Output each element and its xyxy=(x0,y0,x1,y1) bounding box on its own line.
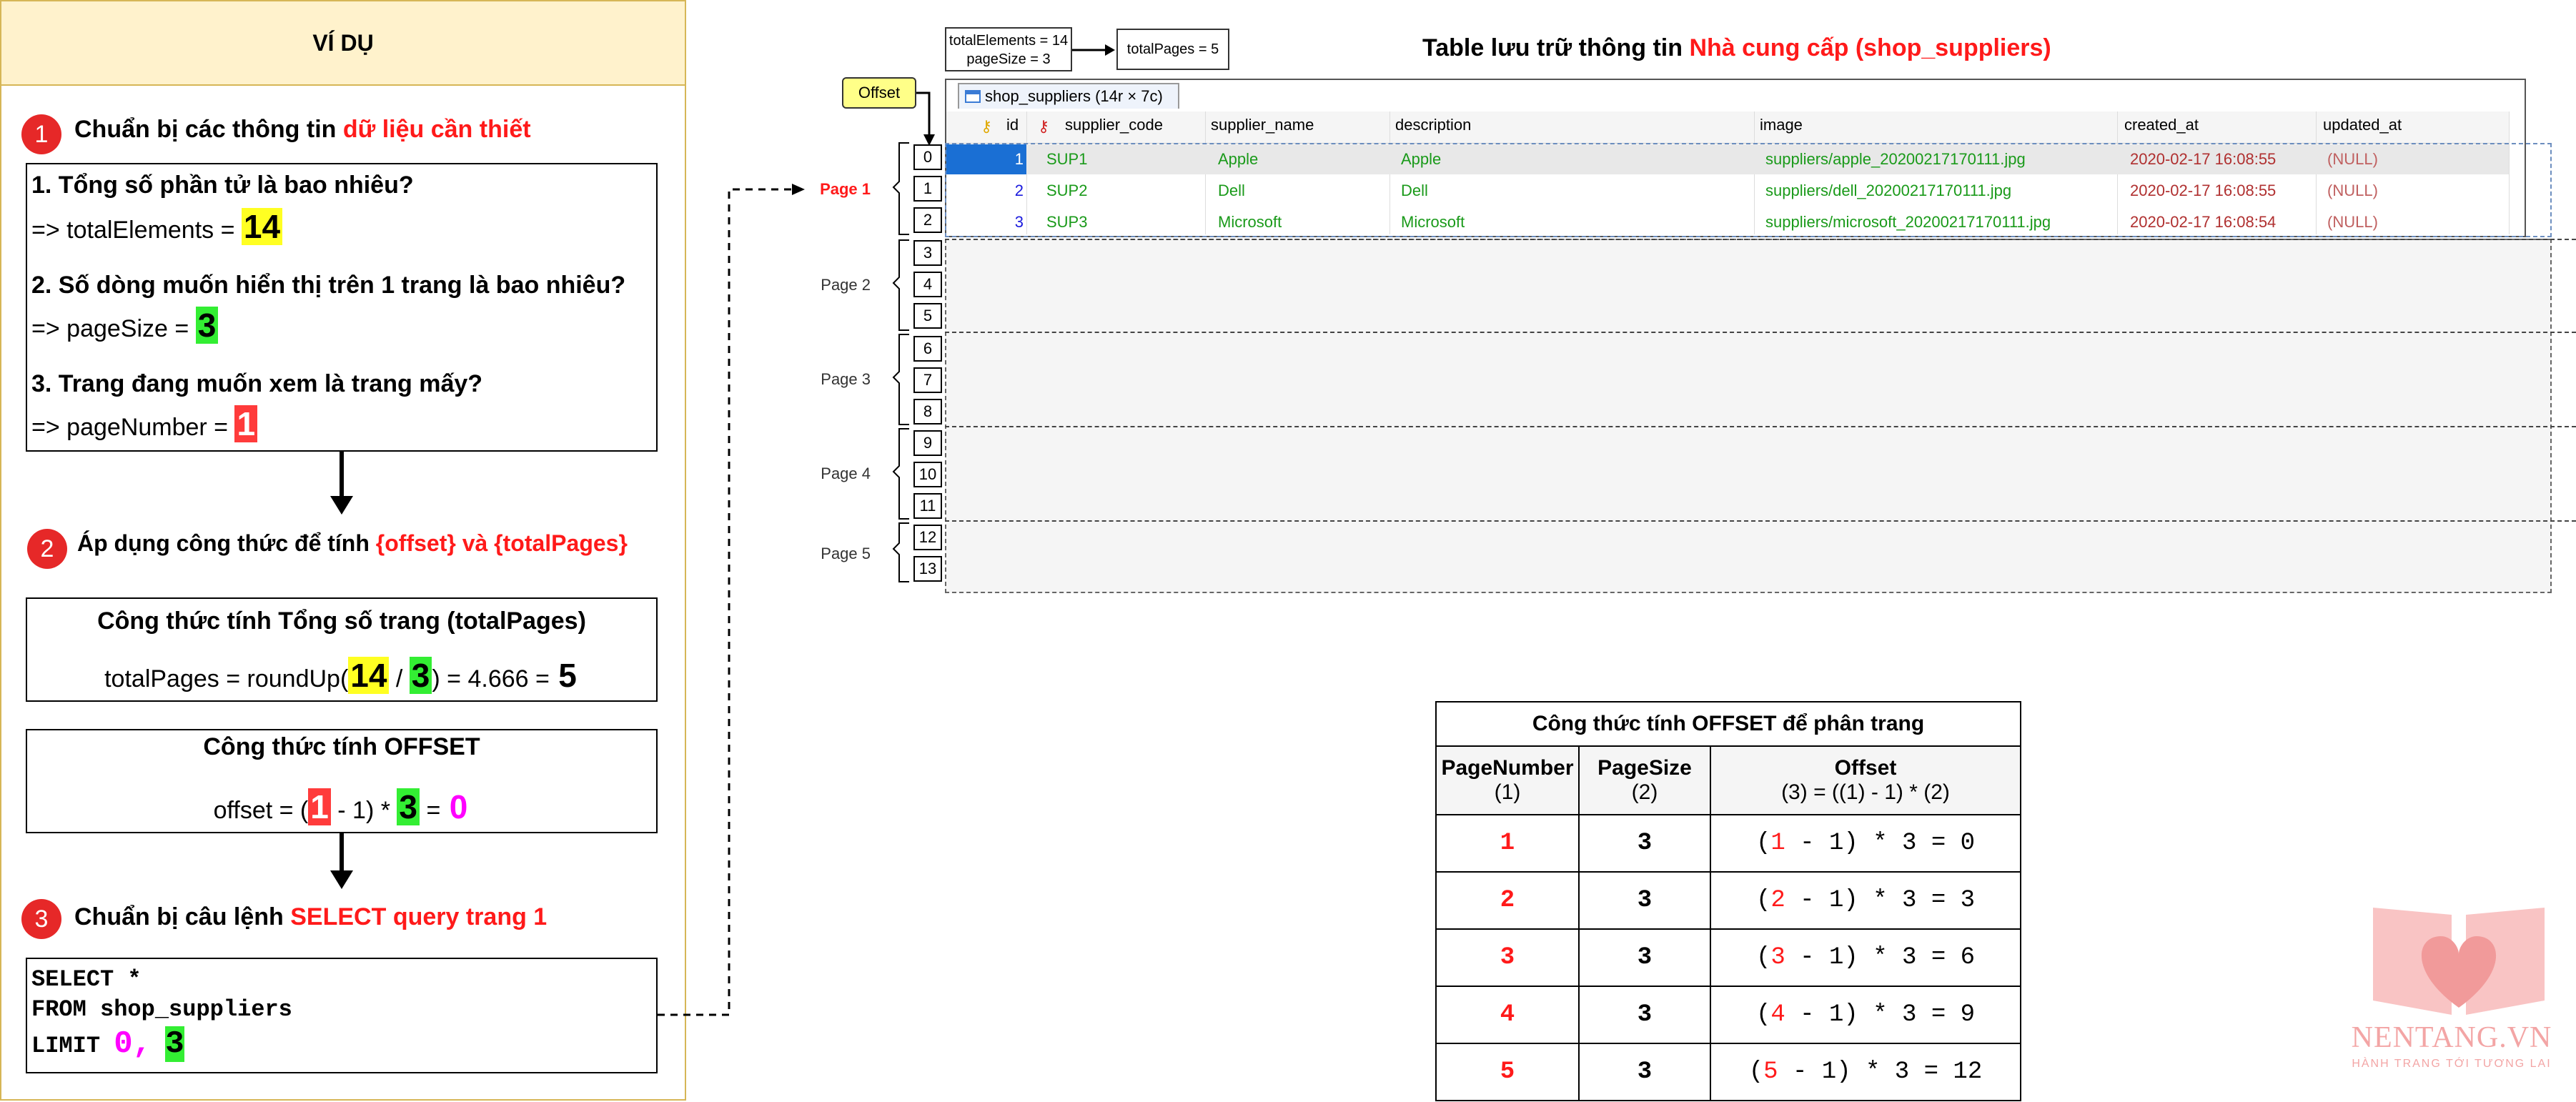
col-updated-at: updated_at xyxy=(2323,116,2402,134)
table-row: 4 3 (4 - 1) * 3 = 9 xyxy=(1435,986,2021,1044)
col-supplier-name: supplier_name xyxy=(1211,116,1314,134)
page-divider xyxy=(945,520,2576,522)
col-supplier-code: supplier_code xyxy=(1065,116,1163,134)
logo-tagline: HÀNH TRANG TỚI TƯƠNG LAI xyxy=(2352,1058,2552,1070)
total-pages-formula-title: Công thức tính Tổng số trang (totalPages… xyxy=(97,607,586,635)
db-tab[interactable]: shop_suppliers (14r × 7c) xyxy=(958,83,1179,109)
row-number: 4 xyxy=(913,272,942,297)
row-number: 0 xyxy=(913,144,942,170)
question-2: 2. Số dòng muốn hiển thị trên 1 trang là… xyxy=(31,272,626,299)
page-divider xyxy=(945,332,2576,333)
step-1-badge: 1 xyxy=(21,114,61,154)
row-number: 7 xyxy=(913,367,942,393)
header-title: VÍ DỤ xyxy=(312,29,374,56)
page-divider xyxy=(945,426,2576,427)
logo-name: NENTANG.VN xyxy=(2351,1021,2552,1054)
questions-box: 1. Tổng số phần tử là bao nhiêu? => tota… xyxy=(26,163,658,452)
row-number: 11 xyxy=(913,493,942,519)
page-brackets xyxy=(892,142,909,582)
answer-1: => totalElements = 14 xyxy=(31,207,283,246)
step-2-title: Áp dụng công thức để tính {offset} và {t… xyxy=(77,530,628,556)
col-description: description xyxy=(1395,116,1472,134)
book-heart-logo xyxy=(2373,908,2545,1015)
offset-formula-title: Công thức tính OFFSET xyxy=(203,733,480,760)
table-row: 5 3 (5 - 1) * 3 = 12 xyxy=(1435,1043,2021,1101)
row-number: 13 xyxy=(913,556,942,582)
db-grid-header xyxy=(946,111,2509,144)
table-row: 1 3 (1 - 1) * 3 = 0 xyxy=(1435,814,2021,873)
step-3-badge: 3 xyxy=(21,899,61,939)
step-3-title: Chuẩn bị câu lệnh SELECT query trang 1 xyxy=(74,903,548,930)
step-2-badge: 2 xyxy=(27,529,67,569)
table-row: 2 3 (2 - 1) * 3 = 3 xyxy=(1435,871,2021,930)
row-number: 2 xyxy=(913,207,942,233)
offset-formula: offset = (1 - 1) * 3 = 0 xyxy=(213,788,468,825)
table-icon xyxy=(965,90,981,103)
down-arrow-icon xyxy=(330,833,353,889)
right-arrow-icon xyxy=(1072,44,1115,56)
sql-query-box: SELECT * FROM shop_suppliers LIMIT 0, 3 xyxy=(26,958,658,1073)
sql-line-3: LIMIT 0, 3 xyxy=(31,1026,184,1062)
page-label-3: Page 3 xyxy=(821,370,871,388)
page-label-1: Page 1 xyxy=(820,180,871,198)
answer-2: => pageSize = 3 xyxy=(31,306,219,344)
sql-line-1: SELECT * xyxy=(31,966,142,993)
step-1-title: Chuẩn bị các thông tin dữ liệu cần thiết xyxy=(74,116,531,143)
page-label-4: Page 4 xyxy=(821,465,871,482)
foreign-key-icon: ⚷ xyxy=(1038,117,1050,135)
offset-label: Offset xyxy=(842,77,916,109)
offset-formula-box: Công thức tính OFFSET offset = (1 - 1) *… xyxy=(26,729,658,833)
info-box: totalElements = 14 pageSize = 3 xyxy=(945,27,1072,71)
left-panel-header: VÍ DỤ xyxy=(0,0,686,86)
question-3: 3. Trang đang muốn xem là trang mấy? xyxy=(31,370,483,397)
row-number: 9 xyxy=(913,430,942,456)
offset-table-header-page: PageNumber (1) xyxy=(1435,745,1580,815)
row-number: 5 xyxy=(913,303,942,329)
offset-arrow-icon xyxy=(916,91,935,146)
row-number: 10 xyxy=(913,462,942,487)
row-number: 6 xyxy=(913,336,942,362)
total-pages-box: totalPages = 5 xyxy=(1116,29,1229,70)
page-label-5: Page 5 xyxy=(821,545,871,562)
offset-table-title: Công thức tính OFFSET để phân trang xyxy=(1435,701,2021,747)
key-icon: ⚷ xyxy=(981,117,993,135)
pages-area xyxy=(945,239,2552,593)
table-row: 3 3 (3 - 1) * 3 = 6 xyxy=(1435,928,2021,987)
total-pages-formula: totalPages = roundUp(14 / 3) = 4.666 = 5 xyxy=(104,657,577,694)
sql-line-2: FROM shop_suppliers xyxy=(31,996,292,1023)
page-1-frame xyxy=(945,143,2552,237)
down-arrow-icon xyxy=(330,452,353,515)
row-number: 12 xyxy=(913,525,942,550)
connector-arrow xyxy=(658,184,805,1016)
offset-table: Công thức tính OFFSET để phân trang Page… xyxy=(1435,701,2021,1101)
row-number: 1 xyxy=(913,176,942,202)
row-number: 8 xyxy=(913,399,942,425)
col-image: image xyxy=(1760,116,1803,134)
table-title: Table lưu trữ thông tin Nhà cung cấp (sh… xyxy=(1422,34,2051,61)
question-1: 1. Tổng số phần tử là bao nhiêu? xyxy=(31,172,414,199)
page-divider xyxy=(945,239,2576,240)
answer-3: => pageNumber = 1 xyxy=(31,404,258,443)
page-label-2: Page 2 xyxy=(821,276,871,294)
offset-table-header-offset: Offset (3) = ((1) - 1) * (2) xyxy=(1710,745,2021,815)
total-pages-formula-box: Công thức tính Tổng số trang (totalPages… xyxy=(26,597,658,702)
col-id: id xyxy=(1006,116,1019,134)
offset-table-header-size: PageSize (2) xyxy=(1578,745,1711,815)
row-number: 3 xyxy=(913,240,942,266)
col-created-at: created_at xyxy=(2124,116,2199,134)
